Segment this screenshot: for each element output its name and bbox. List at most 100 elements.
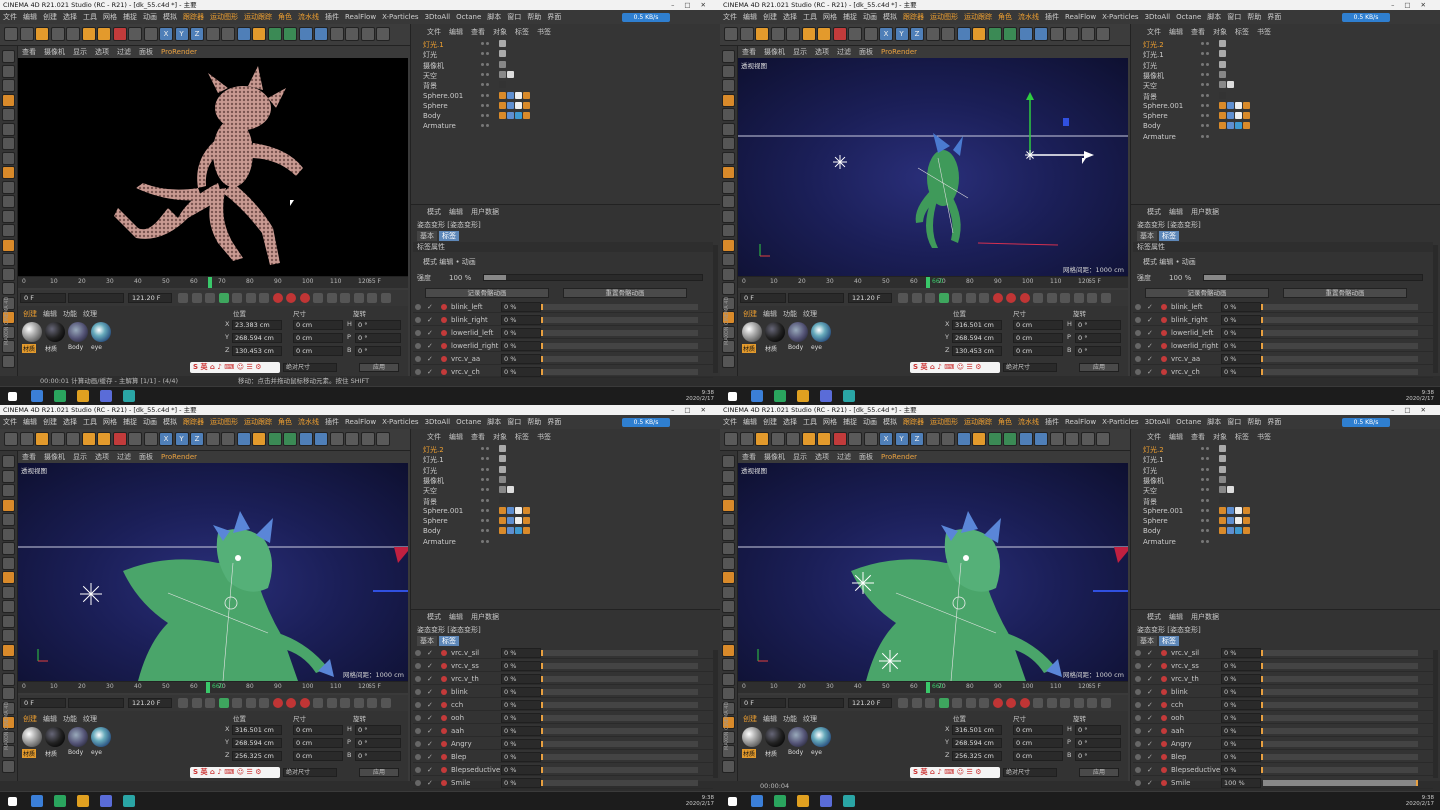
object-name[interactable]: Armature <box>423 538 456 546</box>
toolbar-button-4[interactable] <box>66 27 80 41</box>
move-gizmo[interactable] <box>1026 92 1094 159</box>
range-slider[interactable] <box>788 293 844 303</box>
object-row[interactable]: 天空 <box>419 70 719 81</box>
material-swatch[interactable] <box>91 322 111 342</box>
morph-value-field[interactable]: 0 % <box>501 726 541 736</box>
palette-tool-4[interactable] <box>722 108 735 121</box>
object-menu-4[interactable]: 标签 <box>511 432 533 442</box>
morph-value-field[interactable]: 100 % <box>1221 778 1261 788</box>
toolbar-button-1[interactable] <box>739 27 754 41</box>
ime-toolbar[interactable]: S 英 ⌂ ♪ ⌨ ☺ ☰ ⚙ <box>910 362 1000 373</box>
axis-z-button[interactable]: Z <box>190 27 204 41</box>
morph-value-field[interactable]: 0 % <box>501 302 541 312</box>
toolbar-button-9[interactable] <box>863 432 878 446</box>
palette-tool-8[interactable] <box>722 166 735 179</box>
menu-item-10[interactable]: 运动图形 <box>207 10 241 24</box>
palette-tool-10[interactable] <box>2 600 15 613</box>
object-menu-4[interactable]: 标签 <box>1231 432 1253 442</box>
attribute-menu-1[interactable]: 编辑 <box>1165 612 1187 622</box>
playback-button-7[interactable] <box>272 293 283 303</box>
morph-row[interactable]: ✓ ooh 0 % <box>1133 713 1433 724</box>
visibility-dots[interactable] <box>1201 457 1211 463</box>
object-name[interactable]: 灯光.1 <box>1143 50 1164 60</box>
object-tags[interactable] <box>1219 465 1227 475</box>
menu-item-21[interactable]: 帮助 <box>524 415 544 429</box>
viewport-menu-0[interactable]: 查看 <box>18 46 40 58</box>
axis-x-button[interactable]: X <box>879 27 893 41</box>
morph-value-field[interactable]: 0 % <box>1221 752 1261 762</box>
tag-icon[interactable] <box>1227 517 1234 525</box>
morph-row[interactable]: ✓ blink_left 0 % <box>413 302 713 313</box>
palette-tool-3[interactable] <box>2 93 15 107</box>
axis-x-button[interactable]: X <box>879 432 893 446</box>
material-tab-1[interactable]: 编辑 <box>40 309 60 319</box>
material-tab-3[interactable]: 纹理 <box>800 714 820 724</box>
playback-button-4[interactable] <box>952 698 962 708</box>
menu-item-2[interactable]: 创建 <box>760 415 780 429</box>
object-menu-3[interactable]: 对象 <box>489 432 511 442</box>
object-name[interactable]: 背景 <box>423 81 437 91</box>
object-row[interactable]: 背景 <box>1139 91 1439 102</box>
morph-slider[interactable] <box>541 676 698 682</box>
menu-item-7[interactable]: 动画 <box>140 415 160 429</box>
object-tags[interactable] <box>1219 445 1227 454</box>
tag-icon[interactable] <box>1227 112 1234 120</box>
window-controls[interactable]: –□✕ <box>671 405 716 415</box>
playhead[interactable] <box>926 277 930 288</box>
check-icon[interactable]: ✓ <box>427 740 433 748</box>
object-menu-5[interactable]: 书签 <box>1253 432 1275 442</box>
rotation-x-field[interactable]: 0 ° <box>355 725 401 735</box>
palette-tool-14[interactable] <box>2 658 15 671</box>
viewport-menu-5[interactable]: 面板 <box>855 46 877 58</box>
tag-icon[interactable] <box>523 112 530 120</box>
attribute-menu-0[interactable]: 模式 <box>423 612 445 622</box>
current-frame-field[interactable]: 0 F <box>740 293 786 303</box>
menu-item-interface[interactable]: 界面 <box>544 10 564 24</box>
window-controls[interactable]: –□✕ <box>671 0 716 10</box>
morph-value-field[interactable]: 0 % <box>1221 341 1261 351</box>
menu-item-12[interactable]: 角色 <box>995 415 1015 429</box>
tag-icon[interactable] <box>1243 527 1250 535</box>
morph-value-field[interactable]: 0 % <box>1221 367 1261 377</box>
size-z-field[interactable]: 0 cm <box>293 346 343 356</box>
object-tags[interactable] <box>499 475 507 485</box>
palette-tool-14[interactable] <box>2 253 15 266</box>
check-icon[interactable]: ✓ <box>1147 766 1153 774</box>
toolbar-button-7[interactable] <box>112 432 127 446</box>
palette-tool-7[interactable] <box>722 151 735 165</box>
morph-value-field[interactable]: 0 % <box>501 328 541 338</box>
menu-item-0[interactable]: 文件 <box>0 415 20 429</box>
playback-button-8[interactable] <box>1006 698 1016 708</box>
playback-button-5[interactable] <box>965 698 976 708</box>
object-name[interactable]: 背景 <box>423 497 437 507</box>
palette-tool-2[interactable] <box>2 79 15 92</box>
current-frame-field[interactable]: 0 F <box>740 698 786 708</box>
morph-value-field[interactable]: 0 % <box>501 648 541 658</box>
ime-toolbar[interactable]: S 英 ⌂ ♪ ⌨ ☺ ☰ ⚙ <box>190 767 280 778</box>
morph-slider-handle[interactable] <box>541 728 543 734</box>
material-tab-3[interactable]: 纹理 <box>800 309 820 319</box>
playback-button-11[interactable] <box>326 698 337 708</box>
palette-tool-4[interactable] <box>722 513 735 526</box>
viewport-menu-1[interactable]: 摄像机 <box>760 46 789 58</box>
palette-tool-10[interactable] <box>722 195 735 208</box>
morph-eye-icon[interactable] <box>415 767 421 773</box>
morph-eye-icon[interactable] <box>1135 369 1141 375</box>
menu-item-14[interactable]: 插件 <box>1042 10 1062 24</box>
object-row[interactable]: 摄像机 <box>419 60 719 71</box>
palette-tool-0[interactable] <box>722 455 735 468</box>
playback-button-0[interactable] <box>178 293 188 303</box>
playback-button-9[interactable] <box>299 698 310 708</box>
playback-button-9[interactable] <box>1019 293 1030 303</box>
morph-slider[interactable] <box>541 356 698 362</box>
object-name[interactable]: Sphere.001 <box>423 507 463 515</box>
toolbar-button-20[interactable] <box>1034 432 1048 446</box>
playback-button-3[interactable] <box>218 293 229 303</box>
playback-button-11[interactable] <box>1046 698 1057 708</box>
playback-button-3[interactable] <box>218 698 229 708</box>
playback-button-12[interactable] <box>340 698 350 708</box>
tag-icon[interactable] <box>515 101 522 109</box>
object-tags[interactable] <box>499 465 507 475</box>
morph-slider-handle[interactable] <box>1261 356 1263 362</box>
playback-button-8[interactable] <box>286 293 296 303</box>
